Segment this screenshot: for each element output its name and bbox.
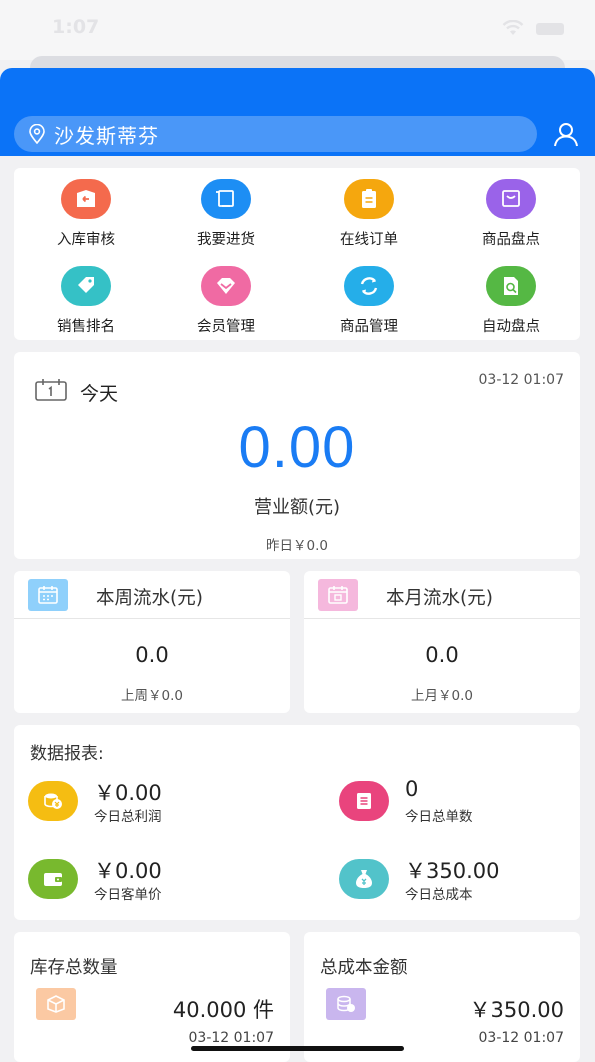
status-time: 1:07	[52, 16, 100, 38]
money-bag-icon	[339, 859, 389, 899]
stat-total-orders[interactable]: 0 今日总单数	[339, 777, 595, 827]
wallet-icon	[28, 859, 78, 899]
weekly-flow-value: 0.0	[135, 643, 169, 667]
menu-label: 会员管理	[197, 319, 255, 335]
weekly-flow-title: 本周流水(元)	[96, 588, 203, 609]
monthly-flow-value: 0.0	[425, 643, 459, 667]
menu-sales-ranking[interactable]: 销售排名	[26, 266, 146, 346]
stat-value: 0	[405, 777, 419, 801]
divider	[304, 618, 580, 619]
store-selector[interactable]: 沙发斯蒂芬	[14, 116, 537, 152]
menu-label: 商品管理	[340, 319, 398, 335]
tag-icon	[61, 266, 111, 306]
data-report-card: 数据报表: ￥0.00 今日总利润 0 今日总单数 ￥0.00 今日客单价 ￥3…	[14, 725, 580, 920]
stat-label: 今日客单价	[94, 887, 162, 903]
yesterday-revenue: 昨日￥0.0	[266, 538, 328, 554]
menu-online-orders[interactable]: 在线订单	[309, 179, 429, 259]
menu-member-management[interactable]: 会员管理	[166, 266, 286, 346]
menu-label: 商品盘点	[482, 232, 540, 248]
total-cost-value: ￥350.00	[469, 998, 564, 1022]
store-name: 沙发斯蒂芬	[54, 123, 159, 148]
menu-label: 自动盘点	[482, 319, 540, 335]
menu-label: 在线订单	[340, 232, 398, 248]
total-cost-card[interactable]: 总成本金额 ￥350.00 03-12 01:07	[304, 932, 580, 1062]
today-revenue-value: 0.00	[238, 415, 356, 480]
menu-auto-stocktake[interactable]: 自动盘点	[451, 266, 571, 346]
battery-icon	[536, 23, 564, 35]
diamond-icon	[201, 266, 251, 306]
document-icon	[339, 781, 389, 821]
wifi-icon	[502, 20, 524, 35]
menu-label: 销售排名	[57, 319, 115, 335]
stat-value: ￥0.00	[94, 859, 162, 883]
last-month-flow: 上月￥0.0	[411, 688, 473, 704]
inventory-box-icon	[486, 179, 536, 219]
stat-value: ￥0.00	[94, 781, 162, 805]
today-label: 今天	[80, 383, 119, 405]
inventory-total-value: 40.000 件	[172, 998, 274, 1022]
auto-check-icon	[486, 266, 536, 306]
user-profile-icon[interactable]	[553, 121, 579, 147]
menu-product-management[interactable]: 商品管理	[309, 266, 429, 346]
coin-stack-icon	[326, 988, 366, 1020]
stat-total-cost[interactable]: ￥350.00 今日总成本	[339, 859, 595, 905]
stat-average-order[interactable]: ￥0.00 今日客单价	[28, 859, 288, 905]
inbound-review-icon	[61, 179, 111, 219]
total-cost-title: 总成本金额	[320, 958, 408, 978]
quick-menu: 入库审核 我要进货 在线订单 商品盘点 销售排名 会员管理 商品管理 自动盘点	[14, 168, 580, 340]
stat-value: ￥350.00	[405, 859, 500, 883]
week-calendar-icon	[28, 579, 68, 611]
inventory-total-title: 库存总数量	[30, 958, 118, 978]
stat-label: 今日总利润	[94, 809, 162, 825]
calendar-icon	[35, 379, 67, 401]
stat-label: 今日总成本	[405, 887, 473, 903]
inventory-timestamp: 03-12 01:07	[188, 1030, 274, 1046]
package-icon	[36, 988, 76, 1020]
clipboard-icon	[344, 179, 394, 219]
today-revenue-card[interactable]: 今天 03-12 01:07 0.00 营业额(元) 昨日￥0.0	[14, 352, 580, 559]
stat-label: 今日总单数	[405, 809, 473, 825]
purchase-cart-icon	[201, 179, 251, 219]
location-pin-icon	[29, 124, 45, 144]
weekly-flow-card[interactable]: 本周流水(元) 0.0 上周￥0.0	[14, 571, 290, 713]
stat-total-profit[interactable]: ￥0.00 今日总利润	[28, 781, 288, 827]
recycle-icon	[344, 266, 394, 306]
today-timestamp: 03-12 01:07	[478, 372, 564, 388]
last-week-flow: 上周￥0.0	[121, 688, 183, 704]
divider	[14, 618, 290, 619]
inventory-total-card[interactable]: 库存总数量 40.000 件 03-12 01:07	[14, 932, 290, 1062]
coins-icon	[28, 781, 78, 821]
data-report-title: 数据报表:	[30, 744, 104, 764]
month-calendar-icon	[318, 579, 358, 611]
status-bar: 1:07	[0, 0, 595, 60]
today-revenue-label: 营业额(元)	[253, 497, 341, 518]
menu-stocktake[interactable]: 商品盘点	[451, 179, 571, 259]
monthly-flow-card[interactable]: 本月流水(元) 0.0 上月￥0.0	[304, 571, 580, 713]
menu-purchase[interactable]: 我要进货	[166, 179, 286, 259]
menu-inbound-review[interactable]: 入库审核	[26, 179, 146, 259]
home-indicator[interactable]	[191, 1046, 404, 1051]
menu-label: 入库审核	[57, 232, 115, 248]
menu-label: 我要进货	[197, 232, 255, 248]
total-cost-timestamp: 03-12 01:07	[478, 1030, 564, 1046]
monthly-flow-title: 本月流水(元)	[386, 588, 493, 609]
